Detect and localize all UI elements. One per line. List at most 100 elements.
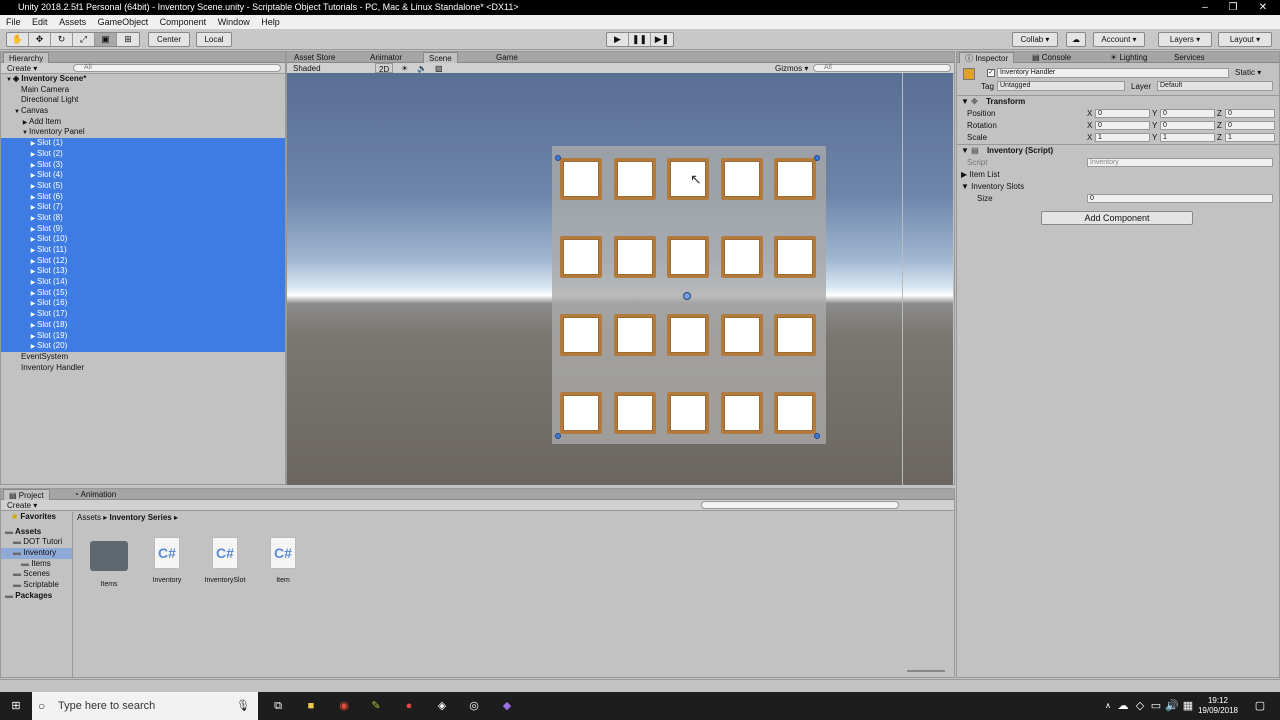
unity-taskbar-icon[interactable]: ◈ [434, 698, 450, 714]
file-explorer-icon[interactable]: ■ [303, 698, 319, 714]
inventory-script-header[interactable]: ▼ ▤ Inventory (Script) [957, 145, 1279, 157]
cloud-icon[interactable]: ☁ [1066, 32, 1086, 47]
expand-arrow-icon[interactable]: ▶ [961, 170, 967, 179]
transform-header[interactable]: ▼ ✥ Transform [957, 96, 1279, 108]
inventory-slot[interactable] [774, 392, 816, 434]
size-field[interactable]: 0 [1087, 194, 1273, 203]
dropbox-icon[interactable]: ◇ [1132, 698, 1148, 714]
microphone-icon[interactable]: 🎙 [236, 692, 250, 720]
hierarchy-item[interactable]: ▶ Slot (12) [1, 255, 285, 267]
project-tree-item[interactable]: ▬ DOT Tutori [1, 537, 72, 548]
layout-button[interactable]: Layout ▾ [1218, 32, 1272, 47]
hierarchy-item[interactable]: ▶ Slot (6) [1, 191, 285, 203]
inventory-slot[interactable] [774, 236, 816, 278]
expand-arrow-icon[interactable]: ▼ [961, 182, 969, 191]
inventory-slot[interactable] [560, 158, 602, 200]
pivot-handle[interactable] [683, 292, 691, 300]
hierarchy-create-button[interactable]: Create ▾ [7, 63, 37, 74]
project-tree-item[interactable]: ▬ Assets [1, 527, 72, 538]
inventory-slot[interactable] [720, 236, 763, 278]
inventory-slot[interactable] [720, 392, 763, 434]
inventory-slot[interactable] [667, 314, 709, 356]
pause-icon[interactable]: ❚❚ [629, 33, 651, 46]
rotation-y-field[interactable]: 0 [1160, 121, 1215, 130]
visual-studio-icon[interactable]: ◆ [499, 698, 515, 714]
active-checkbox[interactable]: ✓ [987, 69, 995, 77]
hierarchy-item[interactable]: ▶ Slot (3) [1, 159, 285, 171]
object-name-field[interactable]: Inventory Handler [997, 68, 1229, 78]
hierarchy-item[interactable]: ▶ Slot (7) [1, 202, 285, 213]
layers-button[interactable]: Layers ▾ [1158, 32, 1212, 47]
inventory-slot[interactable] [613, 314, 656, 356]
hierarchy-item[interactable]: ▶ Slot (2) [1, 148, 285, 160]
asset-item[interactable]: C# Item [253, 537, 313, 584]
tab-console[interactable]: ▤ Console [1027, 52, 1076, 63]
tab-asset-store[interactable]: Asset Store [289, 52, 340, 63]
obs-icon[interactable]: ● [401, 698, 417, 714]
rotate-tool-icon[interactable]: ↻ [51, 33, 73, 46]
close-icon[interactable]: ✕ [1248, 0, 1278, 15]
notepad-plus-icon[interactable]: ✎ [368, 698, 384, 714]
chrome-icon[interactable]: ◉ [336, 698, 352, 714]
taskbar-clock[interactable]: 19:12 19/09/2018 [1196, 696, 1240, 716]
hierarchy-item[interactable]: ▶ Slot (9) [1, 223, 285, 235]
2d-toggle[interactable]: 2D [375, 63, 394, 74]
pivot-local-button[interactable]: Local [196, 32, 232, 47]
inventory-slot[interactable] [720, 314, 763, 356]
inventory-slot[interactable] [720, 158, 763, 200]
scale-x-field[interactable]: 1 [1095, 133, 1150, 142]
menu-edit[interactable]: Edit [32, 17, 48, 27]
inventory-slot[interactable] [667, 392, 709, 434]
inventory-slot[interactable] [774, 158, 816, 200]
hierarchy-item[interactable]: ▶ Slot (13) [1, 266, 285, 278]
asset-item[interactable]: Items [79, 537, 139, 588]
menu-help[interactable]: Help [261, 17, 280, 27]
hierarchy-item[interactable]: ▼Canvas [1, 106, 285, 117]
scene-search-input[interactable]: All [813, 64, 951, 72]
hierarchy-item[interactable]: ▶ Slot (15) [1, 287, 285, 299]
tab-scene[interactable]: Scene [423, 52, 458, 63]
scale-z-field[interactable]: 1 [1225, 133, 1275, 142]
tab-inspector[interactable]: ⓘ Inspector [959, 52, 1015, 63]
fold-arrow-icon[interactable]: ▼ [961, 146, 969, 155]
static-toggle[interactable]: Static ▾ [1235, 68, 1261, 77]
position-x-field[interactable]: 0 [1095, 109, 1150, 118]
tag-dropdown[interactable]: Untagged [997, 81, 1125, 91]
inventory-slot[interactable] [560, 392, 602, 434]
pivot-center-button[interactable]: Center [148, 32, 190, 47]
language-icon[interactable]: ▦ [1180, 698, 1196, 714]
hierarchy-item[interactable]: Directional Light [1, 95, 285, 106]
menu-component[interactable]: Component [160, 17, 207, 27]
notification-icon[interactable]: ▢ [1252, 698, 1268, 714]
account-button[interactable]: Account ▾ [1093, 32, 1145, 47]
rect-handle-bottom-left[interactable] [555, 433, 561, 439]
layer-dropdown[interactable]: Default [1157, 81, 1273, 91]
menu-gameobject[interactable]: GameObject [98, 17, 149, 27]
hierarchy-item[interactable]: ▶ Slot (10) [1, 234, 285, 245]
volume-icon[interactable]: 🔊 [1164, 698, 1180, 714]
maximize-icon[interactable]: ❐ [1218, 0, 1248, 15]
breadcrumb-inventory-series[interactable]: Inventory Series [109, 513, 171, 522]
hierarchy-item[interactable]: Inventory Handler [1, 363, 285, 374]
item-list-row[interactable]: ▶ Item List [957, 169, 1279, 181]
hierarchy-item[interactable]: ▶ Slot (5) [1, 180, 285, 192]
inventory-slot[interactable] [774, 314, 816, 356]
hierarchy-item[interactable]: ▶ Slot (14) [1, 277, 285, 288]
asset-item[interactable]: C# InventorySlot [195, 537, 255, 584]
project-tree-item[interactable]: ▬ Packages [1, 591, 72, 602]
asset-item[interactable]: C# Inventory [137, 537, 197, 584]
transform-tool-icon[interactable]: ⊞ [117, 33, 139, 46]
menu-window[interactable]: Window [218, 17, 250, 27]
rect-tool-icon[interactable]: ▣ [95, 33, 117, 46]
inventory-slot[interactable] [613, 392, 656, 434]
tab-game[interactable]: Game [491, 52, 523, 63]
move-tool-icon[interactable]: ✥ [29, 33, 51, 46]
hierarchy-item[interactable]: ▶ Slot (19) [1, 330, 285, 342]
hierarchy-item[interactable]: ▶ Slot (1) [1, 138, 285, 149]
rotation-x-field[interactable]: 0 [1095, 121, 1150, 130]
hierarchy-item[interactable]: ▶ Slot (8) [1, 212, 285, 224]
hierarchy-item[interactable]: ▼Inventory Panel [1, 127, 285, 138]
project-tree-item[interactable]: ▬ Inventory [1, 548, 72, 559]
inventory-slot[interactable] [667, 158, 709, 200]
position-z-field[interactable]: 0 [1225, 109, 1275, 118]
